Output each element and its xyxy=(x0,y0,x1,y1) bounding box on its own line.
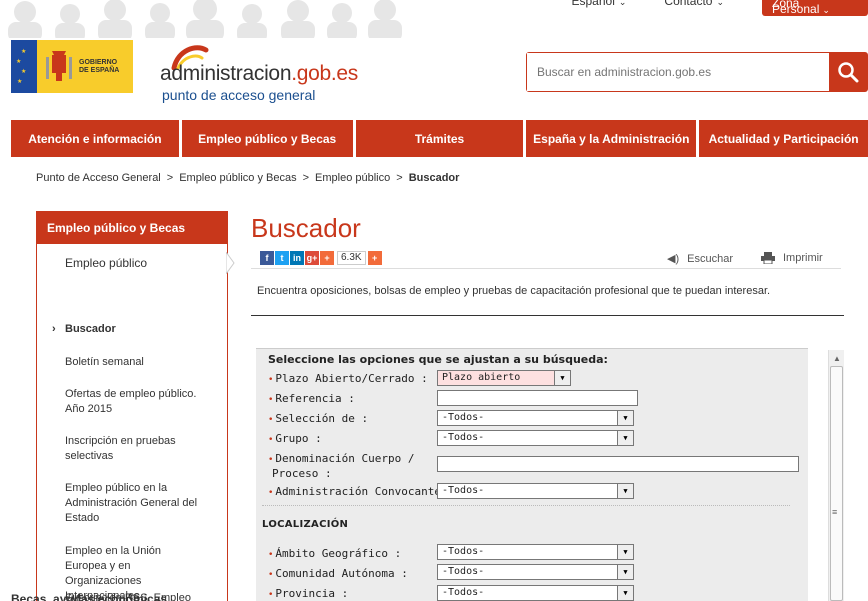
twitter-icon[interactable]: t xyxy=(275,251,289,265)
search-form: Seleccione las opciones que se ajustan a… xyxy=(256,348,808,601)
chevron-right-icon: › xyxy=(52,323,56,335)
nav-espana-administracion[interactable]: España y la Administración xyxy=(526,120,697,157)
breadcrumb: Punto de Acceso General > Empleo público… xyxy=(36,172,460,184)
search-input[interactable] xyxy=(527,53,829,91)
chevron-down-icon: ⌄ xyxy=(822,5,830,15)
site-search xyxy=(526,52,868,92)
dropdown-arrow-icon: ▼ xyxy=(617,431,633,445)
sidebar-pointer-icon xyxy=(226,252,235,274)
speaker-icon: ◀) xyxy=(667,253,680,265)
divider xyxy=(251,315,844,316)
facebook-icon[interactable]: f xyxy=(260,251,274,265)
breadcrumb-current: Buscador xyxy=(408,172,460,184)
administracion-select[interactable]: -Todos- ▼ xyxy=(437,483,634,499)
share-more-icon[interactable]: + xyxy=(367,251,382,265)
chevron-down-icon: ⌄ xyxy=(716,0,724,7)
page-title: Buscador xyxy=(251,213,361,243)
referencia-input[interactable] xyxy=(437,390,638,406)
share-toolbar: f t in g+ + 6.3K + ◀) Escuchar Imprimir xyxy=(251,248,841,269)
nav-tramites[interactable]: Trámites xyxy=(355,120,524,157)
eu-flag-icon: ★ ★ ★ ★ xyxy=(11,40,37,93)
scroll-up-icon[interactable]: ▲ xyxy=(829,350,845,366)
contact-link[interactable]: Contacto ⌄ xyxy=(664,0,724,8)
plazo-label: • Plazo Abierto/Cerrado : xyxy=(268,372,428,385)
denominacion-input[interactable] xyxy=(437,456,799,472)
gobierno-de-espana-logo[interactable]: ★ ★ ★ ★ GOBIERNO DE ESPAÑA xyxy=(11,40,133,93)
sidebar-item-inscripcion[interactable]: Inscripción en pruebas selectivas xyxy=(37,434,202,464)
sidebar-item-ofertas[interactable]: Ofertas de empleo público. Año 2015 xyxy=(37,387,202,417)
sidebar-item-buscador[interactable]: › Buscador xyxy=(37,322,202,337)
dropdown-arrow-icon: ▼ xyxy=(617,545,633,559)
intro-text: Encuentra oposiciones, bolsas de empleo … xyxy=(257,285,771,297)
personal-zone-button[interactable]: Zona Personal ⌄ xyxy=(762,0,868,16)
breadcrumb-empleo-publico[interactable]: Empleo público xyxy=(315,172,390,184)
search-icon xyxy=(838,62,859,83)
scroll-thumb[interactable] xyxy=(830,366,843,601)
chevron-down-icon: ⌄ xyxy=(618,0,627,7)
grupo-select[interactable]: -Todos- ▼ xyxy=(437,430,634,446)
form-title: Seleccione las opciones que se ajustan a… xyxy=(268,353,608,366)
dropdown-arrow-icon: ▼ xyxy=(617,565,633,579)
ambito-label: • Ámbito Geográfico : xyxy=(268,547,402,560)
top-utility-bar: Español ⌄ Contacto ⌄ Zona Personal ⌄ xyxy=(572,0,868,18)
google-plus-icon[interactable]: g+ xyxy=(305,251,319,265)
section-divider xyxy=(262,505,790,506)
seleccion-select[interactable]: -Todos- ▼ xyxy=(437,410,634,426)
provincia-label: • Provincia : xyxy=(268,587,349,600)
ambito-select[interactable]: -Todos- ▼ xyxy=(437,544,634,560)
sidebar-item-boletin[interactable]: Boletín semanal xyxy=(37,355,202,370)
nav-actualidad-participacion[interactable]: Actualidad y Participación xyxy=(699,120,868,157)
dropdown-arrow-icon: ▼ xyxy=(617,411,633,425)
provincia-select[interactable]: -Todos- ▼ xyxy=(437,585,634,601)
linkedin-icon[interactable]: in xyxy=(290,251,304,265)
dropdown-arrow-icon: ▼ xyxy=(617,586,633,600)
sidebar-next-section[interactable]: Becas, ayudas económicas... xyxy=(11,592,177,601)
breadcrumb-home[interactable]: Punto de Acceso General xyxy=(36,172,161,184)
form-scrollbar[interactable]: ▲ ≡ xyxy=(828,350,844,601)
sidebar-item-empleo-age[interactable]: Empleo público en la Administración Gene… xyxy=(37,481,202,526)
breadcrumb-empleo-becas[interactable]: Empleo público y Becas xyxy=(179,172,296,184)
nav-empleo-publico-becas[interactable]: Empleo público y Becas xyxy=(181,120,353,157)
listen-button[interactable]: ◀) Escuchar xyxy=(667,252,733,266)
sidebar-header[interactable]: Empleo público y Becas xyxy=(36,211,228,244)
grupo-label: • Grupo : xyxy=(268,432,322,445)
share-plus-icon[interactable]: + xyxy=(320,251,334,265)
seleccion-label: • Selección de : xyxy=(268,412,369,425)
main-navigation: Atención e información Empleo público y … xyxy=(11,120,868,157)
sidebar: Empleo público y Becas Empleo público › … xyxy=(36,211,228,601)
header-silhouettes-image xyxy=(8,0,402,38)
comunidad-label: • Comunidad Autónoma : xyxy=(268,567,408,580)
plazo-select[interactable]: Plazo abierto ▼ xyxy=(437,370,571,386)
sidebar-menu: Empleo público › Buscador Boletín semana… xyxy=(36,244,228,601)
administracion-gob-es-logo[interactable]: administracion.gob.es punto de acceso ge… xyxy=(160,44,360,104)
denominacion-label: • Denominación Cuerpo / Proceso : xyxy=(268,452,415,480)
dropdown-arrow-icon: ▼ xyxy=(617,484,633,498)
coat-of-arms-icon xyxy=(46,50,72,81)
localizacion-heading: LOCALIZACIÓN xyxy=(262,519,349,530)
sidebar-item-empleo-publico[interactable]: Empleo público xyxy=(37,244,227,282)
search-button[interactable] xyxy=(829,53,867,91)
print-button[interactable]: Imprimir xyxy=(761,252,823,264)
printer-icon xyxy=(761,252,775,264)
nav-atencion-informacion[interactable]: Atención e información xyxy=(11,120,179,157)
scroll-grip-icon: ≡ xyxy=(832,507,838,517)
language-selector[interactable]: Español ⌄ xyxy=(572,0,627,8)
share-count: 6.3K xyxy=(337,251,366,265)
referencia-label: • Referencia : xyxy=(268,392,355,405)
administracion-label: • Administración Convocante : xyxy=(268,485,455,498)
dropdown-arrow-icon: ▼ xyxy=(554,371,570,385)
comunidad-select[interactable]: -Todos- ▼ xyxy=(437,564,634,580)
